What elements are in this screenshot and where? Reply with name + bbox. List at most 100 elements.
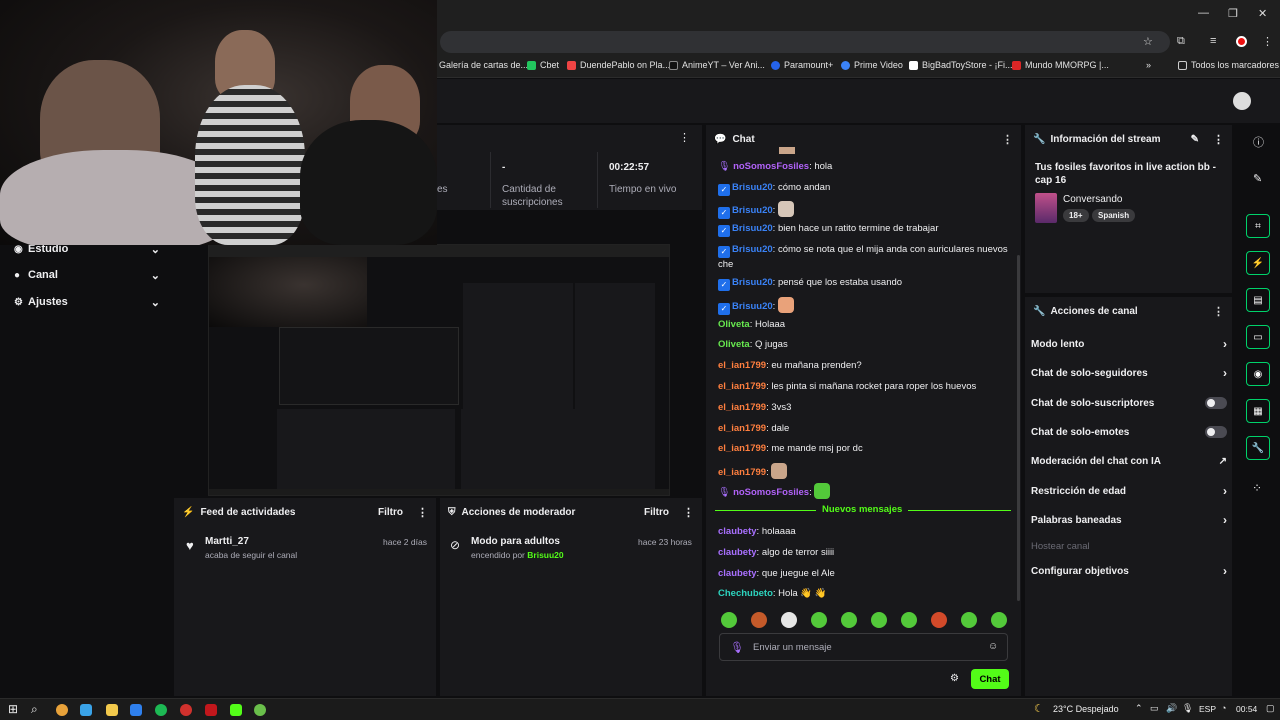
category-thumbnail[interactable]	[1035, 193, 1057, 223]
app-icon[interactable]	[205, 704, 217, 716]
bookmark[interactable]: Paramount+	[771, 60, 833, 70]
chrome-icon[interactable]	[56, 704, 68, 716]
more-icon[interactable]: ⁘	[1252, 481, 1262, 495]
folder-icon[interactable]	[106, 704, 118, 716]
menu-icon[interactable]: ⋮	[1213, 133, 1224, 146]
channel-action-item[interactable]: Palabras baneadas ›	[1031, 511, 1227, 529]
emote-picker-item[interactable]	[721, 612, 737, 628]
wifi-icon[interactable]: ◔	[1221, 703, 1226, 713]
rail-chat-button[interactable]: ▭	[1246, 325, 1270, 349]
chat-username[interactable]: claubety	[718, 547, 757, 558]
clock[interactable]: 00:54	[1236, 704, 1257, 714]
url-input[interactable]	[440, 31, 1170, 53]
toggle-switch[interactable]	[1205, 397, 1227, 409]
emoji-icon[interactable]: ☺	[988, 641, 998, 652]
edit-icon[interactable]: ✎	[1191, 134, 1199, 145]
channel-action-item[interactable]: Restricción de edad ›	[1031, 482, 1227, 500]
network-icon[interactable]: ▭	[1150, 703, 1159, 714]
bookmark[interactable]: Galería de cartas de...	[426, 60, 528, 70]
user-avatar[interactable]	[1233, 92, 1251, 110]
menu-icon[interactable]: ⋮	[683, 506, 694, 519]
mod-user[interactable]: Brisuu20	[527, 550, 563, 560]
chat-username[interactable]: Brisuu20	[732, 182, 773, 193]
extensions-icon[interactable]: ⧉	[1177, 35, 1185, 48]
emote-picker-item[interactable]	[751, 612, 767, 628]
language-indicator[interactable]: ESP	[1199, 704, 1216, 714]
app-icon[interactable]	[254, 704, 266, 716]
channel-action-item[interactable]: Moderación del chat con IA ↗	[1031, 452, 1227, 470]
chat-input[interactable]: 🎙 Enviar un mensaje ☺	[719, 633, 1008, 661]
rail-bolt-button[interactable]: ⚡	[1246, 251, 1270, 275]
edit-icon[interactable]: ✎	[1253, 172, 1262, 185]
chat-settings-icon[interactable]: ⚙	[950, 673, 959, 684]
close-icon[interactable]: ✕	[1258, 7, 1267, 20]
chat-username[interactable]: el_ian1799	[718, 443, 766, 454]
minimize-icon[interactable]: —	[1198, 7, 1209, 19]
rail-wrench-button[interactable]: 🔧	[1246, 436, 1270, 460]
chat-username[interactable]: noSomosFosiles	[733, 161, 809, 172]
channel-action-item[interactable]: Chat de solo-emotes	[1031, 423, 1227, 441]
chat-username[interactable]: Brisuu20	[732, 301, 773, 312]
chat-username[interactable]: el_ian1799	[718, 360, 766, 371]
channel-action-item[interactable]: Configurar objetivos ›	[1031, 562, 1227, 580]
emote-picker-item[interactable]	[811, 612, 827, 628]
chat-username[interactable]: Oliveta	[718, 339, 750, 350]
category-name[interactable]: Conversando	[1063, 194, 1122, 205]
bookmarks-more-button[interactable]: »	[1146, 60, 1151, 70]
emote-picker-item[interactable]	[961, 612, 977, 628]
media-icon[interactable]: ≡	[1210, 35, 1216, 47]
chat-scrollbar[interactable]	[1017, 255, 1020, 601]
info-icon[interactable]: ⓘ	[1253, 134, 1264, 150]
chat-username[interactable]: Oliveta	[718, 319, 750, 330]
emote-picker-item[interactable]	[931, 612, 947, 628]
emote-picker-item[interactable]	[991, 612, 1007, 628]
emote-picker-item[interactable]	[841, 612, 857, 628]
browser-menu-icon[interactable]: ⋮	[1262, 35, 1273, 48]
rail-layout-button[interactable]: ▦	[1246, 399, 1270, 423]
weather-text[interactable]: 23°C Despejado	[1053, 704, 1119, 714]
rail-broadcast-button[interactable]: ◉	[1246, 362, 1270, 386]
chat-username[interactable]: el_ian1799	[718, 381, 766, 392]
stream-preview[interactable]	[208, 244, 670, 496]
maximize-icon[interactable]: ❐	[1228, 7, 1238, 20]
tag-pill[interactable]: Spanish	[1092, 209, 1136, 222]
mic-icon[interactable]: 🎙	[1182, 703, 1193, 714]
bookmark[interactable]: Cbet	[527, 60, 559, 70]
star-icon[interactable]: ☆	[1143, 35, 1153, 48]
rail-clip-button[interactable]: ⌗	[1246, 214, 1270, 238]
spotify-icon[interactable]	[155, 704, 167, 716]
opera-icon[interactable]	[180, 704, 192, 716]
filter-button[interactable]: Filtro	[378, 507, 403, 518]
toggle-switch[interactable]	[1205, 426, 1227, 438]
chat-username[interactable]: claubety	[718, 526, 757, 537]
emote-picker-item[interactable]	[871, 612, 887, 628]
all-bookmarks-button[interactable]: Todos los marcadores	[1178, 60, 1279, 70]
sidebar-item-ajustes[interactable]: ⚙ Ajustes ⌄	[14, 292, 160, 312]
bookmark[interactable]: DuendePablo on Pla...	[567, 60, 670, 70]
app-icon[interactable]	[80, 704, 92, 716]
tag-pill[interactable]: 18+	[1063, 209, 1089, 222]
sidebar-item-canal[interactable]: ● Canal ⌄	[14, 265, 160, 285]
emote-picker-item[interactable]	[901, 612, 917, 628]
channel-action-item[interactable]: Modo lento ›	[1031, 335, 1227, 353]
chat-username[interactable]: Brisuu20	[732, 205, 773, 216]
chat-username[interactable]: Brisuu20	[732, 223, 773, 234]
bookmark[interactable]: Mundo MMORPG |...	[1012, 60, 1109, 70]
chat-username[interactable]: claubety	[718, 568, 757, 579]
chat-username[interactable]: Brisuu20	[732, 244, 773, 255]
profile-avatar[interactable]	[1236, 36, 1247, 47]
channel-action-item[interactable]: Chat de solo-seguidores ›	[1031, 364, 1227, 382]
bookmark[interactable]: Prime Video	[841, 60, 903, 70]
menu-icon[interactable]: ⋮	[417, 506, 428, 519]
tray-chevron-icon[interactable]: ⌃	[1135, 703, 1143, 714]
notification-icon[interactable]: ▢	[1266, 703, 1275, 714]
volume-icon[interactable]: 🔊	[1166, 703, 1177, 714]
bookmark[interactable]: BigBadToyStore - ¡Fi...	[909, 60, 1013, 70]
search-icon[interactable]: ⌕	[31, 702, 38, 717]
emote-picker-item[interactable]	[781, 612, 797, 628]
send-chat-button[interactable]: Chat	[971, 669, 1009, 689]
chat-username[interactable]: el_ian1799	[718, 423, 766, 434]
chat-username[interactable]: el_ian1799	[718, 402, 766, 413]
stats-menu-icon[interactable]: ⋮	[679, 131, 690, 144]
channel-action-item[interactable]: Chat de solo-suscriptores	[1031, 394, 1227, 412]
